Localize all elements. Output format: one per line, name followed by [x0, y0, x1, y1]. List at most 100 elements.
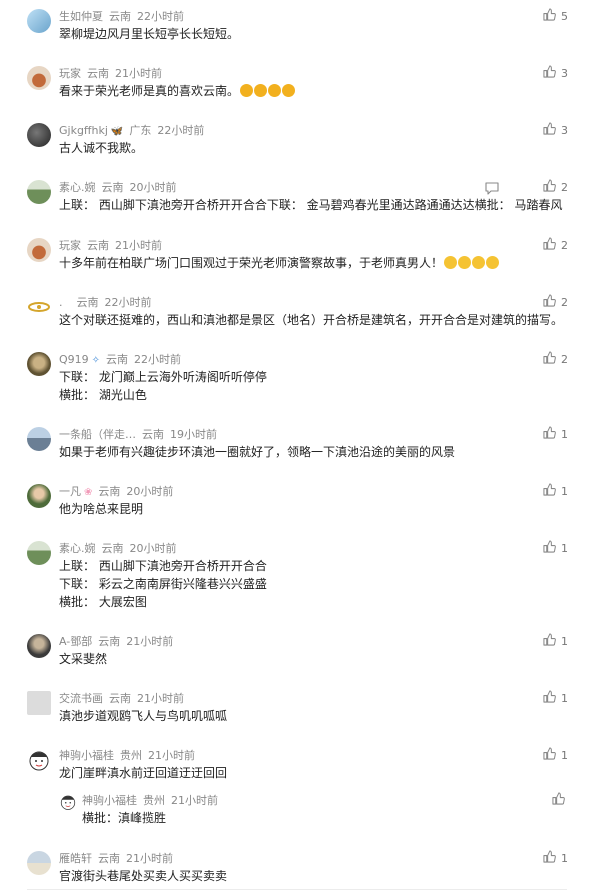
comment-meta: 神驹小福桂 贵州 21小时前	[59, 748, 195, 764]
comment-text: 翠柳堤边风月里长短亭长长短短。	[59, 27, 240, 41]
like-button[interactable]: 3	[543, 65, 568, 83]
author-name[interactable]: 一条船（伴走…	[59, 428, 136, 441]
comment-meta: Gjkgffhkj 🦋 广东 22小时前	[59, 123, 204, 139]
comment-meta: 生如仲夏 云南 22小时前	[59, 9, 184, 25]
reply-button[interactable]	[485, 180, 499, 199]
avatar[interactable]	[27, 748, 51, 772]
comment-time: 22小时前	[137, 10, 184, 23]
author-name[interactable]: Gjkgffhkj	[59, 124, 108, 137]
comment-time: 21小时前	[148, 749, 195, 762]
avatar[interactable]	[27, 123, 51, 147]
avatar[interactable]	[27, 427, 51, 451]
avatar[interactable]	[27, 851, 51, 875]
comment-text: 龙门崖畔滇水前迂回道迂迂回回	[59, 766, 228, 780]
comment-text: 他为啥总来昆明	[59, 502, 144, 516]
author-location: 云南	[101, 181, 124, 194]
author-name[interactable]: 交流书画	[59, 692, 103, 705]
comment-meta: Q919 ✧ 云南 22小时前	[59, 352, 181, 368]
clap-emoji-icon	[268, 84, 282, 97]
like-button[interactable]: 3	[543, 122, 568, 139]
avatar[interactable]	[27, 541, 51, 565]
like-button[interactable]	[552, 792, 565, 809]
comment-meta: 一条船（伴走… 云南 19小时前	[59, 427, 217, 443]
avatar[interactable]	[27, 691, 51, 715]
comment-text: 官渡街头巷尾处买卖人买买卖卖	[59, 869, 228, 883]
like-count: 1	[561, 852, 568, 865]
cartoon-face-icon	[60, 795, 76, 810]
grin-emoji-icon	[472, 256, 486, 269]
author-location: 云南	[98, 852, 120, 865]
comment-time: 21小时前	[115, 239, 162, 252]
like-count: 1	[561, 749, 568, 762]
like-button[interactable]: 5	[543, 8, 568, 26]
avatar[interactable]	[27, 634, 51, 658]
like-button[interactable]: 2	[543, 294, 568, 311]
author-location: 云南	[101, 542, 124, 555]
avatar[interactable]	[27, 180, 51, 204]
comment-meta: 雁皓轩 云南 21小时前	[59, 851, 173, 867]
comment-text: 这个对联还挺难的，西山和滇池都是景区（地名）开合桥是建筑名，开开合合是对建筑的描…	[59, 313, 564, 327]
like-button[interactable]: 1	[543, 747, 568, 765]
clap-emoji-icon	[240, 84, 254, 97]
like-button[interactable]: 1	[543, 850, 568, 868]
author-name[interactable]: .	[59, 296, 63, 309]
avatar[interactable]	[27, 484, 51, 508]
avatar[interactable]	[27, 9, 51, 33]
author-name[interactable]: A-鄧部	[59, 635, 92, 648]
grin-emoji-icon	[486, 256, 500, 269]
comment-meta: A-鄧部 云南 21小时前	[59, 634, 173, 650]
author-name[interactable]: 素心.婉	[59, 181, 96, 194]
author-name[interactable]: 生如仲夏	[59, 10, 103, 23]
comment-time: 22小时前	[134, 353, 182, 366]
like-button[interactable]: 1	[543, 540, 568, 558]
author-name[interactable]: 一凡	[59, 485, 81, 498]
like-button[interactable]: 1	[543, 633, 568, 650]
flower-badge-icon: ❀	[84, 487, 93, 498]
avatar[interactable]	[27, 352, 51, 376]
comment-time: 20小时前	[129, 181, 177, 194]
author-name[interactable]: 玩家	[59, 67, 81, 80]
thumbs-up-icon	[543, 426, 556, 444]
author-location: 广东	[129, 124, 152, 137]
like-count: 1	[561, 428, 568, 441]
thumbs-up-icon	[543, 850, 556, 868]
like-count: 1	[561, 635, 568, 648]
thumbs-up-icon	[543, 179, 556, 197]
comment-time: 21小时前	[126, 852, 173, 865]
comment-time: 21小时前	[115, 67, 162, 80]
author-location: 云南	[109, 692, 131, 705]
like-count: 3	[561, 124, 568, 137]
author-location: 云南	[98, 635, 121, 648]
like-count: 5	[561, 10, 568, 23]
like-button[interactable]: 2	[543, 351, 568, 368]
comment-text: 滇池步道观鸥飞人与鸟叽叽呱呱	[59, 709, 228, 723]
author-name[interactable]: 玩家	[59, 239, 81, 252]
thumbs-up-icon	[543, 237, 556, 255]
author-name[interactable]: 雁皓轩	[59, 852, 92, 865]
like-button[interactable]: 1	[543, 690, 568, 708]
avatar[interactable]	[27, 66, 51, 90]
author-name[interactable]: 神驹小福桂	[82, 794, 137, 807]
author-name[interactable]: 素心.婉	[59, 542, 96, 555]
author-name[interactable]: 神驹小福桂	[59, 749, 114, 762]
thumbs-up-icon	[543, 540, 556, 558]
avatar[interactable]	[27, 238, 51, 262]
like-button[interactable]: 1	[543, 426, 568, 444]
thumbs-up-icon	[543, 8, 556, 26]
like-button[interactable]: 2	[543, 179, 568, 197]
like-button[interactable]: 2	[543, 237, 568, 255]
like-count: 1	[561, 542, 568, 555]
butterfly-badge-icon: 🦋	[110, 126, 124, 137]
thumbs-up-icon	[543, 690, 556, 708]
comment-time: 21小时前	[137, 692, 184, 705]
avatar[interactable]	[27, 295, 51, 319]
author-name[interactable]: Q919	[59, 353, 89, 366]
author-location: 云南	[87, 67, 109, 80]
clap-emoji-icon	[254, 84, 268, 97]
author-location: 云南	[109, 10, 131, 23]
avatar[interactable]	[59, 793, 77, 811]
thumbs-up-icon	[543, 747, 556, 765]
like-button[interactable]: 1	[543, 483, 568, 500]
thumbs-up-icon	[543, 65, 556, 83]
comment-meta: . 云南 22小时前	[59, 295, 152, 311]
